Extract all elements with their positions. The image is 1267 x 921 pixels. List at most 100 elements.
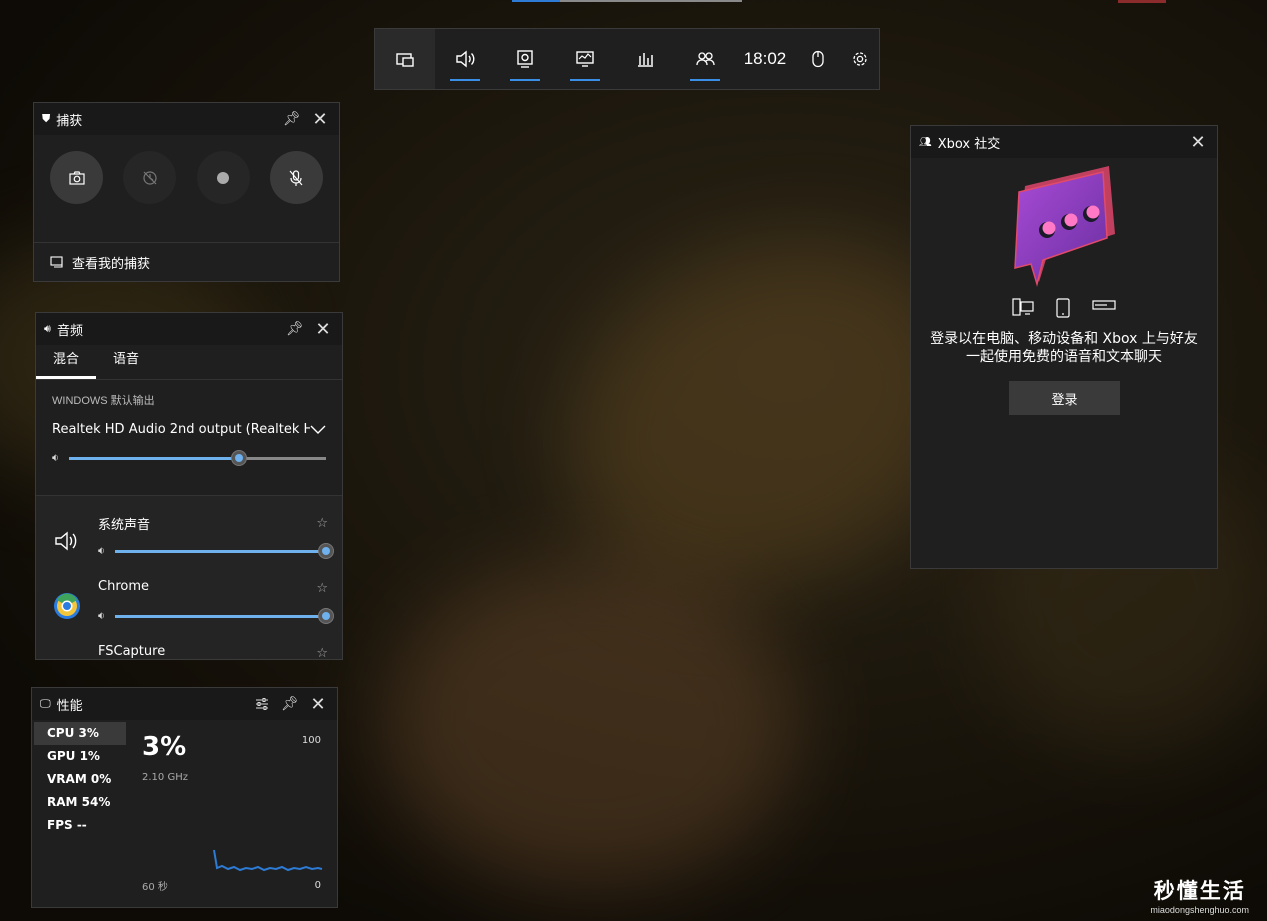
mouse-icon [812, 50, 824, 68]
capture-title: 捕获 [56, 113, 83, 129]
widget-menu-icon [396, 53, 414, 67]
monitor-performance-icon [576, 51, 594, 67]
master-volume-slider[interactable] [68, 449, 326, 466]
metric-cpu[interactable]: CPU 3% [34, 722, 126, 745]
pin-icon[interactable]: 📌︎ [281, 108, 303, 130]
volume-icon: 🔉︎ [98, 544, 105, 557]
record-dot-icon [217, 171, 230, 184]
fscapture-icon [52, 656, 82, 659]
tab-mix[interactable]: 混合 [36, 345, 97, 379]
graph-min-label: 0 [314, 880, 321, 891]
bar-chart-icon [638, 53, 653, 67]
star-icon[interactable]: ☆ [316, 516, 328, 531]
output-device-select[interactable]: Realtek HD Audio 2nd output (Realtek Hi.… [36, 408, 342, 437]
performance-title: 性能 [56, 698, 83, 714]
monitor-performance-icon: 🖵︎ [40, 697, 51, 710]
cpu-usage-value: 3% [142, 732, 187, 762]
screenshot-button[interactable] [50, 151, 103, 204]
slider-thumb[interactable] [318, 607, 334, 624]
close-icon[interactable]: ✕ [309, 108, 331, 130]
mouse-button[interactable] [795, 29, 841, 89]
social-title: Xbox 社交 [937, 136, 1001, 152]
top-edge-red [1118, 0, 1166, 3]
login-button[interactable]: 登录 [1009, 381, 1120, 415]
system-sounds-icon [52, 526, 82, 556]
chat-bubble-illustration [1014, 166, 1115, 287]
capture-header[interactable]: ⛊ 捕获 📌︎ ✕ [34, 103, 339, 135]
clock: 18:02 [743, 49, 787, 68]
social-header[interactable]: 👥︎ Xbox 社交 ✕ [911, 126, 1217, 158]
device-icons [911, 298, 1217, 318]
app-name: 系统声音 [98, 518, 151, 533]
top-edge-accent [512, 0, 560, 2]
chevron-down-icon [310, 425, 326, 434]
star-icon[interactable]: ☆ [316, 646, 328, 659]
app-volume-slider[interactable] [114, 542, 334, 559]
capture-widget: ⛊ 捕获 📌︎ ✕ 查看我的捕获 [33, 102, 340, 282]
metric-ram[interactable]: RAM 54% [34, 791, 126, 814]
app-name: FSCapture [98, 644, 166, 659]
performance-toggle-button[interactable] [555, 29, 615, 89]
graph-span-label: 60 秒 [142, 882, 168, 893]
watermark-title: 秒懂生活 [1153, 879, 1246, 903]
camera-icon [68, 170, 85, 185]
performance-widget: 🖵︎ 性能 📌︎ ✕ CPU 3% GPU 1% VRAM 0% RAM 54%… [31, 687, 338, 908]
metric-vram[interactable]: VRAM 0% [34, 768, 126, 791]
capture-toggle-button[interactable] [495, 29, 555, 89]
audio-title: 音频 [56, 323, 83, 339]
capture-icon [517, 50, 533, 68]
close-icon[interactable]: ✕ [307, 693, 329, 715]
settings-sliders-icon[interactable] [251, 693, 273, 715]
app-volume-list: 系统声音 ☆ 🔉︎ Chrome ☆ 🔉︎ FSCapture ☆ [36, 495, 342, 659]
star-icon[interactable]: ☆ [316, 581, 328, 596]
capture-icon: ⛊ [42, 112, 51, 125]
pin-icon[interactable]: 📌︎ [279, 693, 301, 715]
social-message-line-1: 登录以在电脑、移动设备和 Xbox 上与好友 [930, 331, 1198, 347]
audio-widget: 🔊︎ 音频 📌︎ ✕ 混合 语音 WINDOWS 默认输出 Realtek HD… [35, 312, 343, 660]
audio-header[interactable]: 🔊︎ 音频 📌︎ ✕ [36, 313, 342, 345]
phone-icon [1056, 298, 1070, 318]
list-item: 系统声音 ☆ 🔉︎ [36, 506, 342, 572]
metric-gpu[interactable]: GPU 1% [34, 745, 126, 768]
metric-fps[interactable]: FPS -- [34, 814, 126, 837]
people-icon [696, 52, 715, 66]
app-volume-slider[interactable] [114, 607, 334, 624]
output-label: WINDOWS 默认输出 [52, 395, 155, 407]
audio-toggle-button[interactable] [435, 29, 495, 89]
console-icon [1092, 300, 1116, 310]
social-message-line-2: 一起使用免费的语音和文本聊天 [966, 349, 1162, 365]
pc-icon [1012, 298, 1034, 316]
metric-list: CPU 3% GPU 1% VRAM 0% RAM 54% FPS -- [34, 722, 126, 837]
volume-icon: 🔉︎ [98, 609, 105, 622]
social-toggle-button[interactable] [675, 29, 735, 89]
watermark-url: miaodongshenghuo.com [1150, 905, 1249, 915]
list-item: FSCapture ☆ [36, 636, 342, 659]
view-captures-label: 查看我的捕获 [72, 256, 151, 272]
close-icon[interactable]: ✕ [312, 318, 334, 340]
slider-thumb[interactable] [230, 449, 247, 466]
output-device-name: Realtek HD Audio 2nd output (Realtek Hi.… [52, 422, 310, 437]
mic-toggle-button[interactable] [269, 151, 323, 204]
social-message: 登录以在电脑、移动设备和 Xbox 上与好友 一起使用免费的语音和文本聊天 [919, 330, 1209, 366]
mic-off-icon [290, 169, 303, 186]
start-recording-button[interactable] [196, 151, 250, 204]
close-icon[interactable]: ✕ [1187, 131, 1209, 153]
resources-toggle-button[interactable] [615, 29, 675, 89]
gallery-icon [50, 256, 63, 268]
chrome-icon [52, 591, 82, 621]
graph-max-label: 100 [301, 735, 321, 746]
widget-menu-button[interactable] [375, 29, 435, 89]
pin-icon[interactable]: 📌︎ [284, 318, 306, 340]
watermark: 秒懂生活 miaodongshenghuo.com [1150, 875, 1249, 915]
volume-icon: 🔉︎ [52, 451, 59, 464]
performance-header[interactable]: 🖵︎ 性能 📌︎ ✕ [32, 688, 337, 720]
tab-voice[interactable]: 语音 [96, 345, 156, 379]
slider-thumb[interactable] [318, 542, 334, 559]
speaker-icon [456, 50, 475, 68]
settings-button[interactable] [841, 29, 879, 89]
list-item: Chrome ☆ 🔉︎ [36, 571, 342, 637]
gear-icon [853, 52, 867, 66]
speaker-icon: 🔊︎ [44, 322, 51, 335]
record-last-button[interactable] [123, 151, 177, 204]
view-captures-link[interactable]: 查看我的捕获 [34, 242, 339, 281]
